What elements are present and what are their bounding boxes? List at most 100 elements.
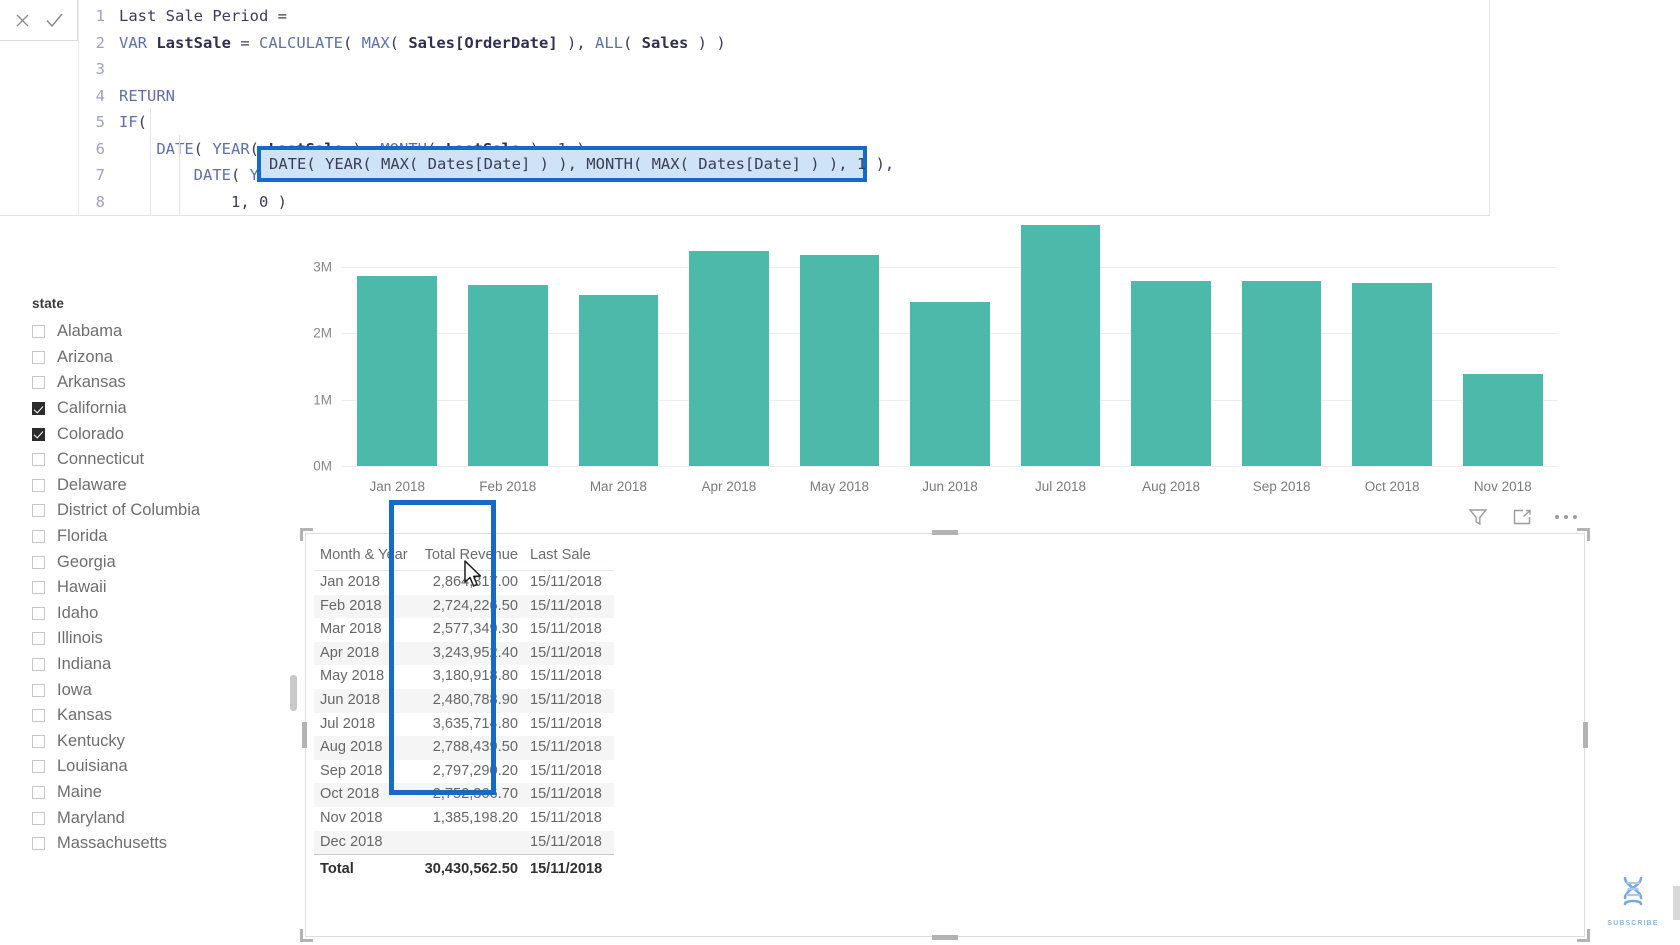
resize-handle-bottom-right[interactable] bbox=[1577, 929, 1590, 942]
checkbox-icon[interactable] bbox=[32, 376, 45, 390]
focus-mode-icon[interactable] bbox=[1509, 504, 1535, 530]
table-row[interactable]: May 2018 3,180,918.80 15/11/2018 bbox=[314, 665, 614, 689]
chart-bar[interactable] bbox=[1020, 224, 1101, 466]
table-row[interactable]: Jul 2018 3,635,714.80 15/11/2018 bbox=[314, 713, 614, 737]
resize-handle-top[interactable] bbox=[932, 530, 958, 535]
checkbox-icon[interactable] bbox=[32, 709, 45, 723]
checkbox-icon[interactable] bbox=[32, 402, 45, 416]
table-row[interactable]: Apr 2018 3,243,952.40 15/11/2018 bbox=[314, 641, 614, 666]
chart-bar[interactable] bbox=[1352, 283, 1432, 466]
checkbox-icon[interactable] bbox=[32, 504, 45, 518]
checkbox-icon[interactable] bbox=[32, 427, 45, 441]
x-axis-tick-label: Sep 2018 bbox=[1252, 479, 1311, 494]
dax-formula-editor[interactable]: 1 Last Sale Period = 2 VAR LastSale = CALCU… bbox=[0, 0, 1490, 216]
subscribe-watermark: SUBSCRIBE bbox=[1600, 872, 1666, 927]
chart-bar[interactable] bbox=[1131, 281, 1211, 466]
table-scrollbar[interactable] bbox=[290, 675, 297, 711]
checkbox-icon[interactable] bbox=[32, 555, 45, 569]
resize-handle-right[interactable] bbox=[1583, 722, 1588, 748]
state-slicer-item[interactable]: Idaho bbox=[32, 601, 272, 627]
state-slicer-item[interactable]: Arizona bbox=[32, 345, 272, 371]
checkbox-icon[interactable] bbox=[32, 683, 45, 697]
state-slicer[interactable]: state Alabama Arizona Arkansas California Co… bbox=[32, 296, 272, 856]
cell-month-year: Jun 2018 bbox=[314, 688, 414, 713]
resize-handle-top-left[interactable] bbox=[300, 528, 313, 541]
formula-code-area[interactable]: 1 Last Sale Period = 2 VAR LastSale = CALCU… bbox=[78, 0, 1489, 216]
chart-bar[interactable] bbox=[468, 285, 548, 466]
chart-action-bar[interactable] bbox=[1465, 504, 1579, 530]
table-row[interactable]: Nov 2018 1,385,198.20 15/11/2018 bbox=[314, 807, 614, 831]
table-row[interactable]: Feb 2018 2,724,226.50 15/11/2018 bbox=[314, 594, 614, 619]
state-slicer-item[interactable]: Florida bbox=[32, 524, 272, 550]
line-number: 1 bbox=[95, 7, 105, 25]
column-header-month-year[interactable]: Month & Year bbox=[314, 540, 414, 571]
indent-guide bbox=[150, 108, 151, 216]
checkbox-icon[interactable] bbox=[32, 837, 45, 851]
chart-bar[interactable] bbox=[1462, 374, 1543, 466]
revenue-bar-chart[interactable]: 0M 1M 2M 3M Jan 2018 Feb 2018 Mar 2018 Apr 2018… bbox=[282, 196, 1572, 506]
state-slicer-item[interactable]: Louisiana bbox=[32, 754, 272, 780]
checkbox-icon[interactable] bbox=[32, 530, 45, 544]
checkbox-icon[interactable] bbox=[32, 632, 45, 646]
cell-total-revenue: 3,180,918.80 bbox=[432, 668, 518, 685]
chart-bar[interactable] bbox=[578, 295, 659, 466]
column-header-last-sale[interactable]: Last Sale bbox=[523, 540, 614, 571]
table-row[interactable]: Dec 2018 15/11/2018 bbox=[314, 830, 614, 855]
checkbox-icon[interactable] bbox=[32, 811, 45, 825]
state-slicer-item[interactable]: Arkansas bbox=[32, 370, 272, 396]
state-slicer-item[interactable]: Iowa bbox=[32, 677, 272, 703]
table-row[interactable]: Oct 2018 2,752,366.70 15/11/2018 bbox=[314, 783, 614, 807]
state-slicer-item[interactable]: Alabama bbox=[32, 319, 272, 345]
state-slicer-label: District of Columbia bbox=[57, 501, 201, 520]
table-row[interactable]: Aug 2018 2,788,439.50 15/11/2018 bbox=[314, 736, 614, 760]
checkbox-icon[interactable] bbox=[32, 734, 45, 748]
state-slicer-item[interactable]: Colorado bbox=[32, 421, 272, 447]
state-slicer-label: Kentucky bbox=[57, 731, 125, 750]
chart-bar[interactable] bbox=[689, 250, 769, 466]
checkbox-icon[interactable] bbox=[32, 606, 45, 620]
state-slicer-item[interactable]: Hawaii bbox=[32, 575, 272, 601]
mouse-cursor bbox=[463, 560, 485, 595]
state-slicer-item[interactable]: Delaware bbox=[32, 473, 272, 499]
chart-bar[interactable] bbox=[799, 255, 880, 466]
checkbox-icon[interactable] bbox=[32, 760, 45, 774]
state-slicer-item[interactable]: Indiana bbox=[32, 652, 272, 678]
state-slicer-item[interactable]: Illinois bbox=[32, 626, 272, 652]
code-line: 8 1, 0 ) bbox=[79, 189, 1489, 216]
table-row[interactable]: Jun 2018 2,480,788.90 15/11/2018 bbox=[314, 688, 614, 713]
checkbox-icon[interactable] bbox=[32, 350, 45, 364]
total-label: Total bbox=[314, 854, 414, 884]
checkbox-icon[interactable] bbox=[32, 785, 45, 799]
resize-handle-bottom-left[interactable] bbox=[300, 929, 313, 942]
checkbox-icon[interactable] bbox=[32, 325, 45, 339]
state-slicer-item[interactable]: Maryland bbox=[32, 805, 272, 831]
close-icon[interactable] bbox=[9, 7, 35, 33]
checkbox-icon[interactable] bbox=[32, 581, 45, 595]
state-slicer-item[interactable]: Massachusetts bbox=[32, 831, 272, 857]
state-slicer-item[interactable]: Georgia bbox=[32, 549, 272, 575]
state-slicer-item[interactable]: District of Columbia bbox=[32, 498, 272, 524]
chart-bar[interactable] bbox=[357, 276, 438, 466]
filter-icon[interactable] bbox=[1465, 504, 1491, 530]
state-slicer-item[interactable]: Kentucky bbox=[32, 729, 272, 755]
state-slicer-label: Maine bbox=[57, 782, 102, 801]
state-slicer-item[interactable]: California bbox=[32, 396, 272, 422]
state-slicer-item[interactable]: Kansas bbox=[32, 703, 272, 729]
state-slicer-item[interactable]: Connecticut bbox=[32, 447, 272, 473]
chart-bar-slot: Feb 2018 bbox=[453, 214, 564, 494]
chart-bar-slot: Jul 2018 bbox=[1005, 214, 1116, 494]
revenue-table-visual[interactable]: Month & Year Total Revenue Last Sale Jan… bbox=[300, 528, 1590, 942]
check-icon[interactable] bbox=[41, 7, 67, 33]
table-row[interactable]: Sep 2018 2,797,290.20 15/11/2018 bbox=[314, 760, 614, 784]
checkbox-icon[interactable] bbox=[32, 453, 45, 467]
resize-handle-left[interactable] bbox=[302, 722, 307, 748]
checkbox-icon[interactable] bbox=[32, 478, 45, 492]
checkbox-icon[interactable] bbox=[32, 658, 45, 672]
table-row[interactable]: Mar 2018 2,577,349.30 15/11/2018 bbox=[314, 618, 614, 642]
resize-handle-bottom[interactable] bbox=[932, 935, 958, 940]
state-slicer-item[interactable]: Maine bbox=[32, 780, 272, 806]
chart-bar[interactable] bbox=[1241, 280, 1322, 466]
chart-bar[interactable] bbox=[910, 301, 990, 466]
cell-last-sale: 15/11/2018 bbox=[523, 641, 614, 666]
more-options-icon[interactable] bbox=[1553, 504, 1579, 530]
